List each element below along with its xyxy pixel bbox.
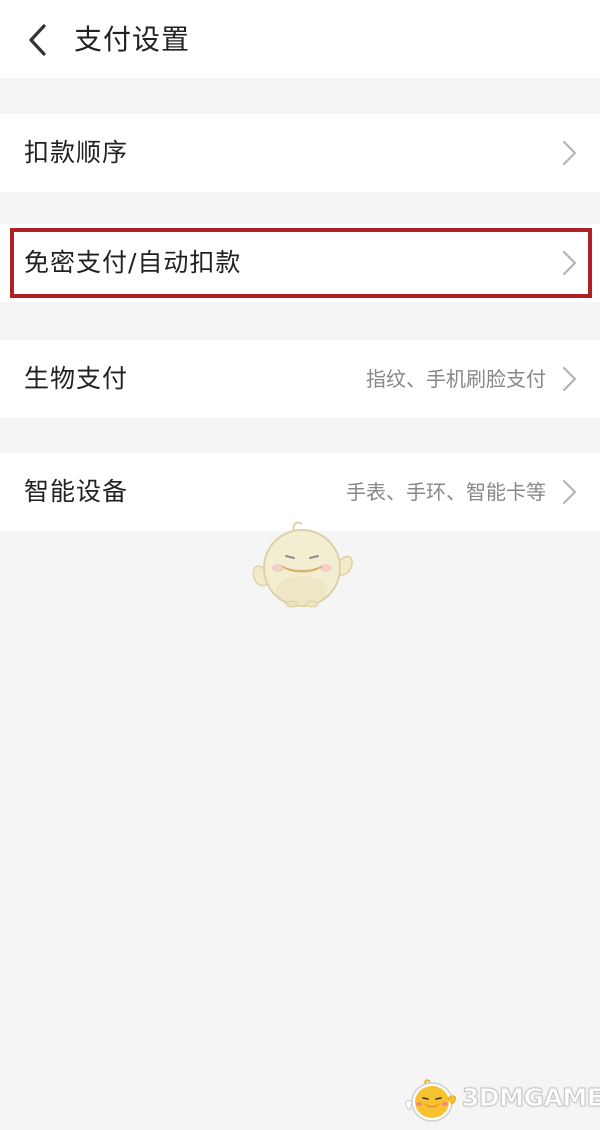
chevron-right-icon <box>562 366 577 392</box>
page-title: 支付设置 <box>74 23 191 56</box>
settings-row-label: 生物支付 <box>24 364 129 393</box>
chevron-right-icon <box>562 140 577 166</box>
settings-row-password-free-payment[interactable]: 免密支付/自动扣款 <box>0 224 600 302</box>
settings-row-value: 手表、手环、智能卡等 <box>346 480 546 504</box>
back-button[interactable] <box>18 20 58 60</box>
settings-row-label: 免密支付/自动扣款 <box>24 248 242 277</box>
mascot-logo-icon <box>405 1079 456 1122</box>
chevron-left-icon <box>29 24 46 56</box>
settings-row-biometric-payment[interactable]: 生物支付 指纹、手机刷脸支付 <box>0 340 600 418</box>
watermark-text: 3DMGAME <box>461 1083 600 1113</box>
mascot-watermark-icon <box>252 521 353 608</box>
settings-row-label: 扣款顺序 <box>24 138 129 167</box>
header-bar: 支付设置 <box>0 0 600 78</box>
settings-row-label: 智能设备 <box>24 477 129 506</box>
settings-row-value: 指纹、手机刷脸支付 <box>366 367 546 391</box>
settings-row-deduction-order[interactable]: 扣款顺序 <box>0 114 600 192</box>
site-watermark: 3DMGAME <box>404 1074 600 1124</box>
chevron-right-icon <box>562 479 577 505</box>
chevron-right-icon <box>562 250 577 276</box>
